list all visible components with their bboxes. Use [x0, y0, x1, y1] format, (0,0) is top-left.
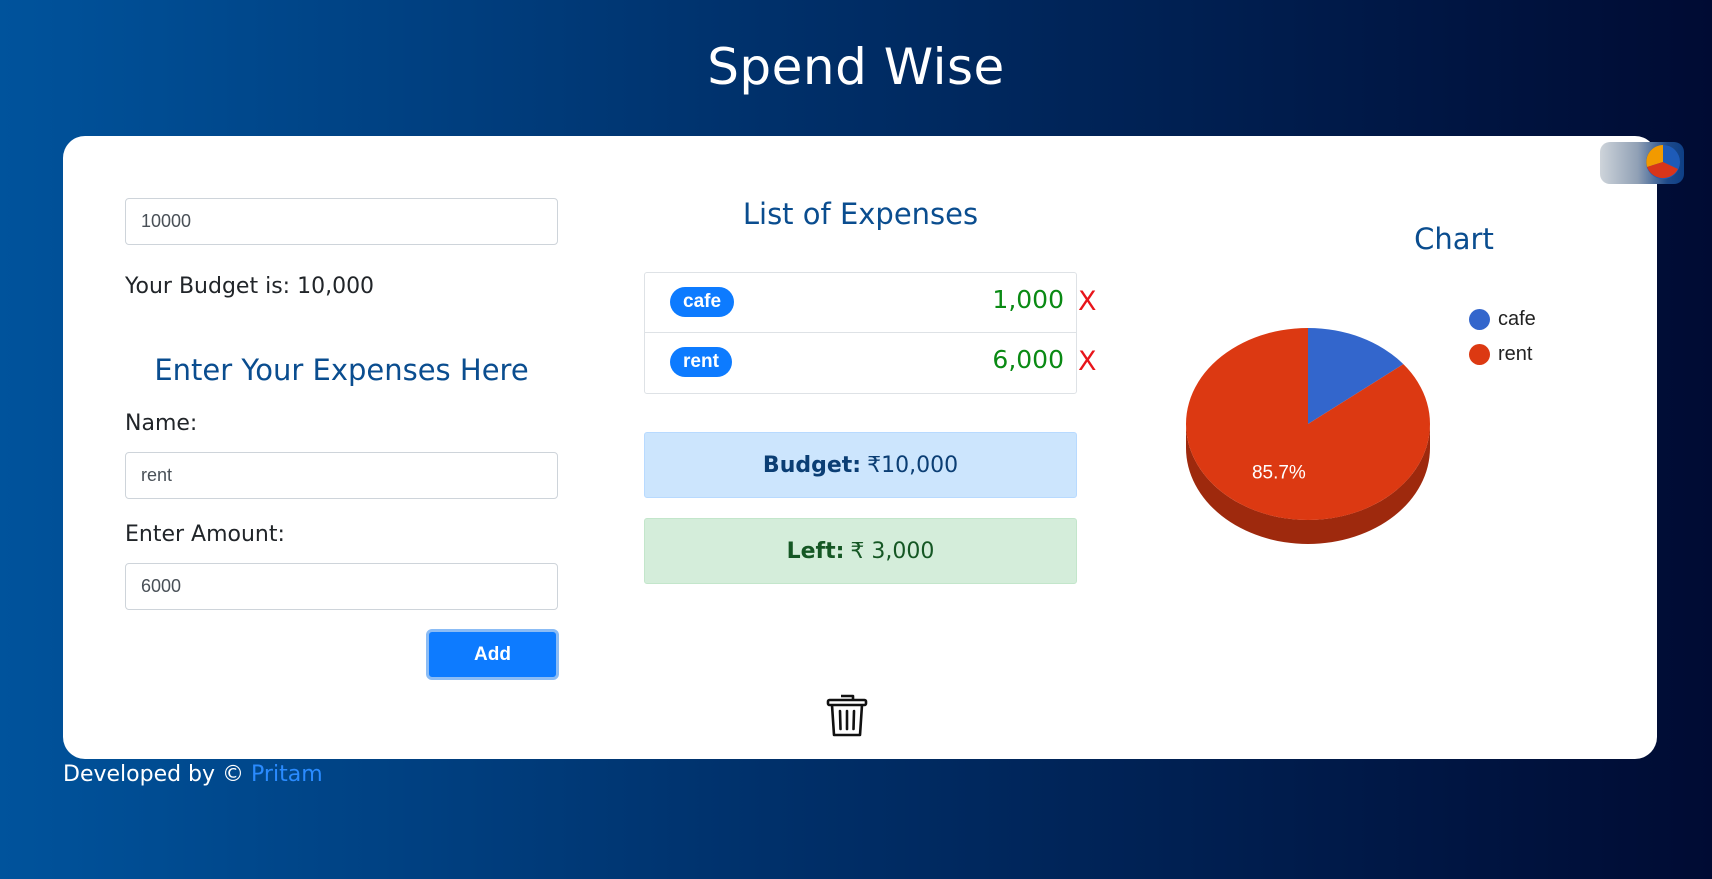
pie-slice-label: 85.7%: [1252, 463, 1306, 484]
trash-icon[interactable]: [825, 692, 869, 738]
budget-summary: Budget: ₹10,000: [644, 432, 1077, 498]
list-item: cafe 1,000: [645, 273, 1076, 333]
list-item: rent 6,000: [645, 333, 1076, 393]
expense-amount: 6,000: [992, 345, 1064, 374]
legend-swatch: [1469, 309, 1490, 330]
pie-chart: 85.7%: [1186, 328, 1430, 544]
left-summary-value: ₹ 3,000: [850, 538, 935, 564]
left-summary-label: Left:: [786, 538, 845, 564]
expense-form-title: Enter Your Expenses Here: [154, 353, 529, 387]
legend-label: rent: [1498, 343, 1533, 365]
footer: Developed by © Pritam: [63, 762, 323, 787]
chart-title: Chart: [1414, 222, 1494, 256]
expense-list: cafe 1,000 rent 6,000: [644, 272, 1077, 394]
delete-expense-button[interactable]: X: [1078, 346, 1097, 377]
legend-swatch: [1469, 344, 1490, 365]
budget-display-value: 10,000: [297, 274, 375, 299]
budget-summary-label: Budget:: [762, 452, 862, 478]
expense-name-badge: rent: [670, 347, 732, 377]
expense-amount-input[interactable]: [125, 563, 558, 610]
budget-summary-value: ₹10,000: [867, 452, 959, 478]
amount-label: Enter Amount:: [125, 522, 285, 547]
add-button[interactable]: Add: [426, 629, 559, 680]
chart-legend: cafe rent: [1469, 302, 1536, 372]
budget-display-label: Your Budget is:: [125, 274, 291, 299]
legend-item-cafe: cafe: [1469, 302, 1536, 337]
left-summary: Left: ₹ 3,000: [644, 518, 1077, 584]
legend-label: cafe: [1498, 308, 1536, 330]
budget-input[interactable]: [125, 198, 558, 245]
delete-expense-button[interactable]: X: [1078, 286, 1097, 317]
name-label: Name:: [125, 411, 198, 436]
expenses-title: List of Expenses: [742, 197, 979, 231]
app-title: Spend Wise: [707, 38, 1005, 96]
pie-chart-icon: [1646, 145, 1680, 179]
expense-name-badge: cafe: [670, 287, 735, 317]
expense-amount: 1,000: [992, 285, 1064, 314]
author-link[interactable]: Pritam: [251, 762, 323, 787]
theme-toggle[interactable]: [1600, 142, 1684, 184]
budget-display: Your Budget is: 10,000: [125, 274, 374, 299]
legend-item-rent: rent: [1469, 337, 1536, 372]
main-card: Your Budget is: 10,000 Enter Your Expens…: [63, 136, 1684, 759]
expense-name-input[interactable]: [125, 452, 558, 499]
footer-prefix: Developed by ©: [63, 762, 245, 787]
